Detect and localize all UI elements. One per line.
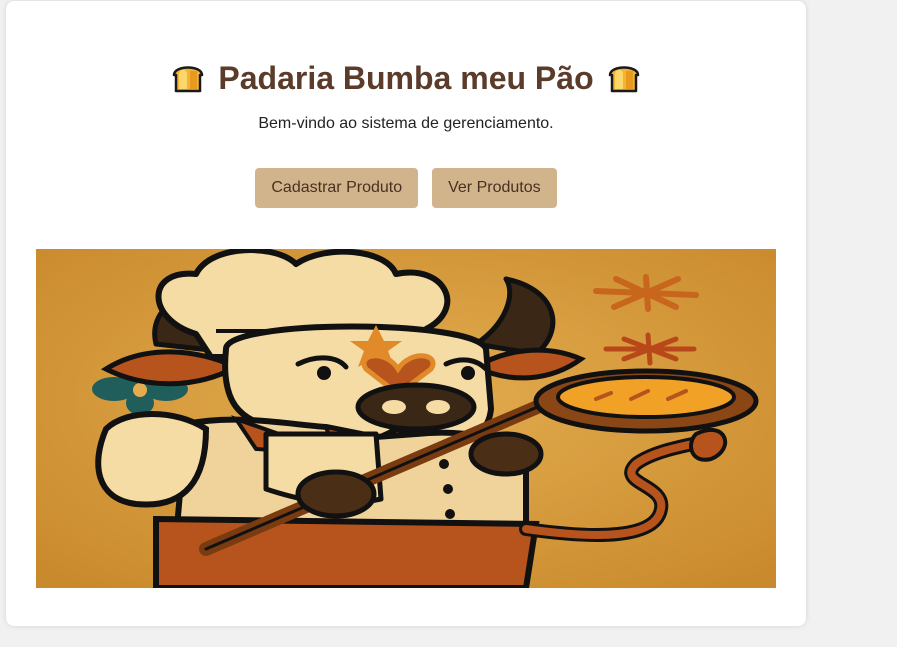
main-card: Padaria Bumba meu Pão Bem-vindo ao siste…	[6, 1, 806, 626]
bread-icon	[608, 66, 639, 93]
view-products-button[interactable]: Ver Produtos	[432, 168, 557, 208]
header: Padaria Bumba meu Pão	[6, 56, 806, 100]
bread-icon	[173, 66, 204, 93]
register-product-button[interactable]: Cadastrar Produto	[255, 168, 419, 208]
page-title: Padaria Bumba meu Pão	[218, 59, 594, 96]
action-buttons: Cadastrar Produto Ver Produtos	[6, 168, 806, 208]
bull-chef-illustration	[36, 249, 776, 588]
welcome-text: Bem-vindo ao sistema de gerenciamento.	[258, 115, 554, 132]
